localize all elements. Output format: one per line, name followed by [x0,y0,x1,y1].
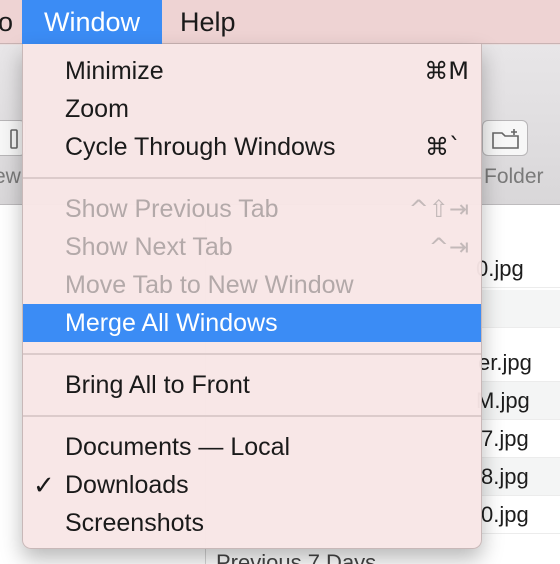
shortcut-minimize: ⌘M [424,57,469,85]
menu-item-label: Downloads [65,471,189,499]
shortcut-previous-tab: ^⇧⇥ [408,195,469,223]
menu-item-bring-all-to-front[interactable]: Bring All to Front [23,366,481,404]
shortcut-next-tab: ^⇥ [428,233,469,261]
file-name: 7.jpg [481,426,529,451]
menubar-item-window[interactable]: Window [22,0,162,44]
new-folder-icon [492,129,519,149]
new-folder-label: Folder [484,165,544,188]
section-header-previous-7-days: Previous 7 Days [216,550,377,564]
file-name: 0.jpg [476,256,524,281]
shortcut-cycle-windows: ⌘` [425,133,461,161]
menu-item-documents-local[interactable]: Documents — Local [23,428,481,466]
menu-item-downloads[interactable]: ✓ Downloads [23,466,481,504]
menubar-item-partial[interactable]: o [0,0,13,44]
menubar-item-help[interactable]: Help [180,0,236,44]
file-name: M.jpg [476,388,530,413]
menu-item-label: Documents — Local [65,433,291,461]
menu-bar: o Window Help [0,0,560,44]
menu-item-minimize[interactable]: Minimize ⌘M [23,52,481,90]
menu-item-label: Minimize [65,57,164,85]
menu-item-label: Show Next Tab [65,233,233,261]
view-button-label: ew [0,165,21,188]
menu-item-label: Bring All to Front [65,371,250,399]
menu-item-move-tab-to-new-window[interactable]: Move Tab to New Window [23,266,481,304]
window-menu: Minimize ⌘M Zoom Cycle Through Windows ⌘… [22,44,482,549]
file-name: er.jpg [478,350,532,375]
new-folder-button[interactable] [482,120,528,156]
menu-separator [23,415,481,417]
menu-item-label: Merge All Windows [65,309,278,337]
menu-item-zoom[interactable]: Zoom [23,90,481,128]
menu-item-label: Show Previous Tab [65,195,279,223]
menu-item-cycle-through-windows[interactable]: Cycle Through Windows ⌘` [23,128,481,166]
menu-item-show-next-tab[interactable]: Show Next Tab ^⇥ [23,228,481,266]
menu-item-screenshots[interactable]: Screenshots [23,504,481,542]
menu-item-label: Move Tab to New Window [65,271,354,299]
file-name: 0.jpg [481,502,529,527]
file-name: 8.jpg [481,464,529,489]
menu-item-merge-all-windows[interactable]: Merge All Windows [23,304,481,342]
checkmark-icon: ✓ [33,470,55,500]
view-icon [10,129,18,149]
menu-item-label: Screenshots [65,509,204,537]
menu-item-label: Cycle Through Windows [65,133,336,161]
menu-separator [23,353,481,355]
menu-separator [23,177,481,179]
menu-item-label: Zoom [65,95,129,123]
menu-item-show-previous-tab[interactable]: Show Previous Tab ^⇧⇥ [23,190,481,228]
